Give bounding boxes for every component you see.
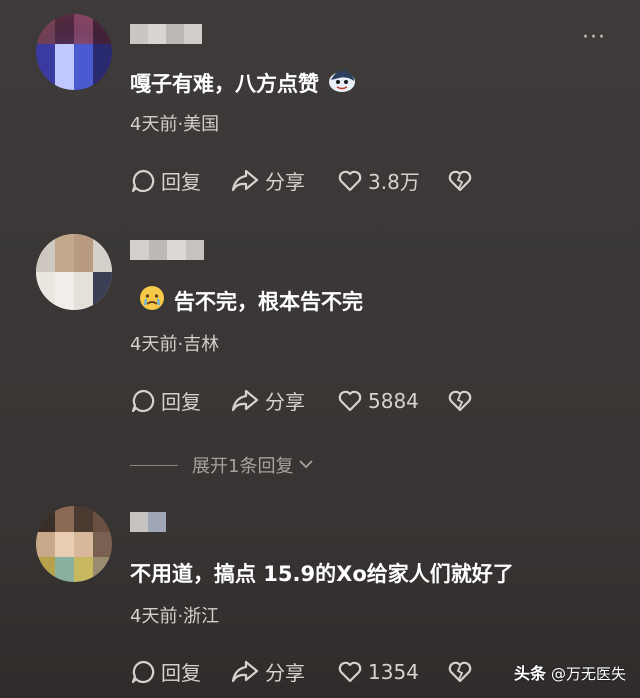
comment-bubble-icon <box>130 659 156 685</box>
like-button[interactable]: 3.8万 <box>337 166 447 195</box>
divider-line <box>130 464 178 466</box>
username-blurred[interactable] <box>130 512 166 532</box>
comment-text: 不用道，搞点 15.9的Xo给家人们就好了 <box>130 562 514 586</box>
reply-label: 回复 <box>161 170 201 194</box>
heart-icon <box>337 389 363 413</box>
broken-heart-icon <box>447 660 473 684</box>
shark-sticker-icon <box>327 66 357 99</box>
comment-bubble-icon <box>130 388 156 414</box>
broken-heart-icon <box>447 389 473 413</box>
comment-text: 告不完，根本告不完 <box>174 289 363 314</box>
username-blurred[interactable] <box>130 24 202 44</box>
heart-icon <box>337 660 363 684</box>
reply-button[interactable]: 回复 <box>130 166 230 195</box>
dislike-button[interactable] <box>447 389 473 413</box>
share-label: 分享 <box>265 390 305 414</box>
reply-button[interactable]: 回复 <box>130 386 230 415</box>
like-count: 3.8万 <box>368 170 420 194</box>
dislike-button[interactable] <box>447 169 473 193</box>
comment-text-row: 告不完，根本告不完 <box>138 284 363 317</box>
avatar[interactable] <box>36 234 112 310</box>
heart-icon <box>337 169 363 193</box>
avatar[interactable] <box>36 506 112 582</box>
comment-meta: 4天前·吉林 <box>130 334 220 355</box>
expand-replies-button[interactable]: 展开1条回复 <box>130 452 315 478</box>
comment-meta: 4天前·浙江 <box>130 606 220 627</box>
like-count: 5884 <box>368 388 419 413</box>
comment-text: 嘎子有难，八方点赞 <box>130 71 319 96</box>
share-arrow-icon <box>230 388 260 414</box>
username-blurred[interactable] <box>130 240 204 260</box>
comment-actions: 回复 分享 5884 <box>130 386 473 415</box>
watermark: 头条 @万无医失 <box>514 660 626 684</box>
comment-bubble-icon <box>130 168 156 194</box>
reply-label: 回复 <box>161 390 201 414</box>
share-label: 分享 <box>265 170 305 194</box>
reply-button[interactable]: 回复 <box>130 657 230 686</box>
chevron-down-icon <box>297 455 315 476</box>
watermark-author: @万无医失 <box>550 665 626 683</box>
avatar[interactable] <box>36 14 112 90</box>
dislike-button[interactable] <box>447 660 473 684</box>
expand-replies-label: 展开1条回复 <box>192 456 294 477</box>
comment-actions: 回复 分享 1354 <box>130 657 473 686</box>
reply-label: 回复 <box>161 661 201 685</box>
broken-heart-icon <box>447 169 473 193</box>
comment-actions: 回复 分享 3.8万 <box>130 166 473 195</box>
comment-text-row: 不用道，搞点 15.9的Xo给家人们就好了 <box>130 558 514 588</box>
share-arrow-icon <box>230 659 260 685</box>
like-count: 1354 <box>368 659 419 684</box>
watermark-brand: 头条 <box>513 664 546 683</box>
share-label: 分享 <box>265 661 305 685</box>
comment-text-row: 嘎子有难，八方点赞 <box>130 66 357 99</box>
share-arrow-icon <box>230 168 260 194</box>
crying-face-icon <box>138 284 166 317</box>
comment-meta: 4天前·美国 <box>130 114 220 135</box>
more-options-button[interactable]: ··· <box>582 27 606 49</box>
share-button[interactable]: 分享 <box>230 166 337 195</box>
like-button[interactable]: 5884 <box>337 389 447 413</box>
share-button[interactable]: 分享 <box>230 657 337 686</box>
share-button[interactable]: 分享 <box>230 386 337 415</box>
like-button[interactable]: 1354 <box>337 660 447 684</box>
